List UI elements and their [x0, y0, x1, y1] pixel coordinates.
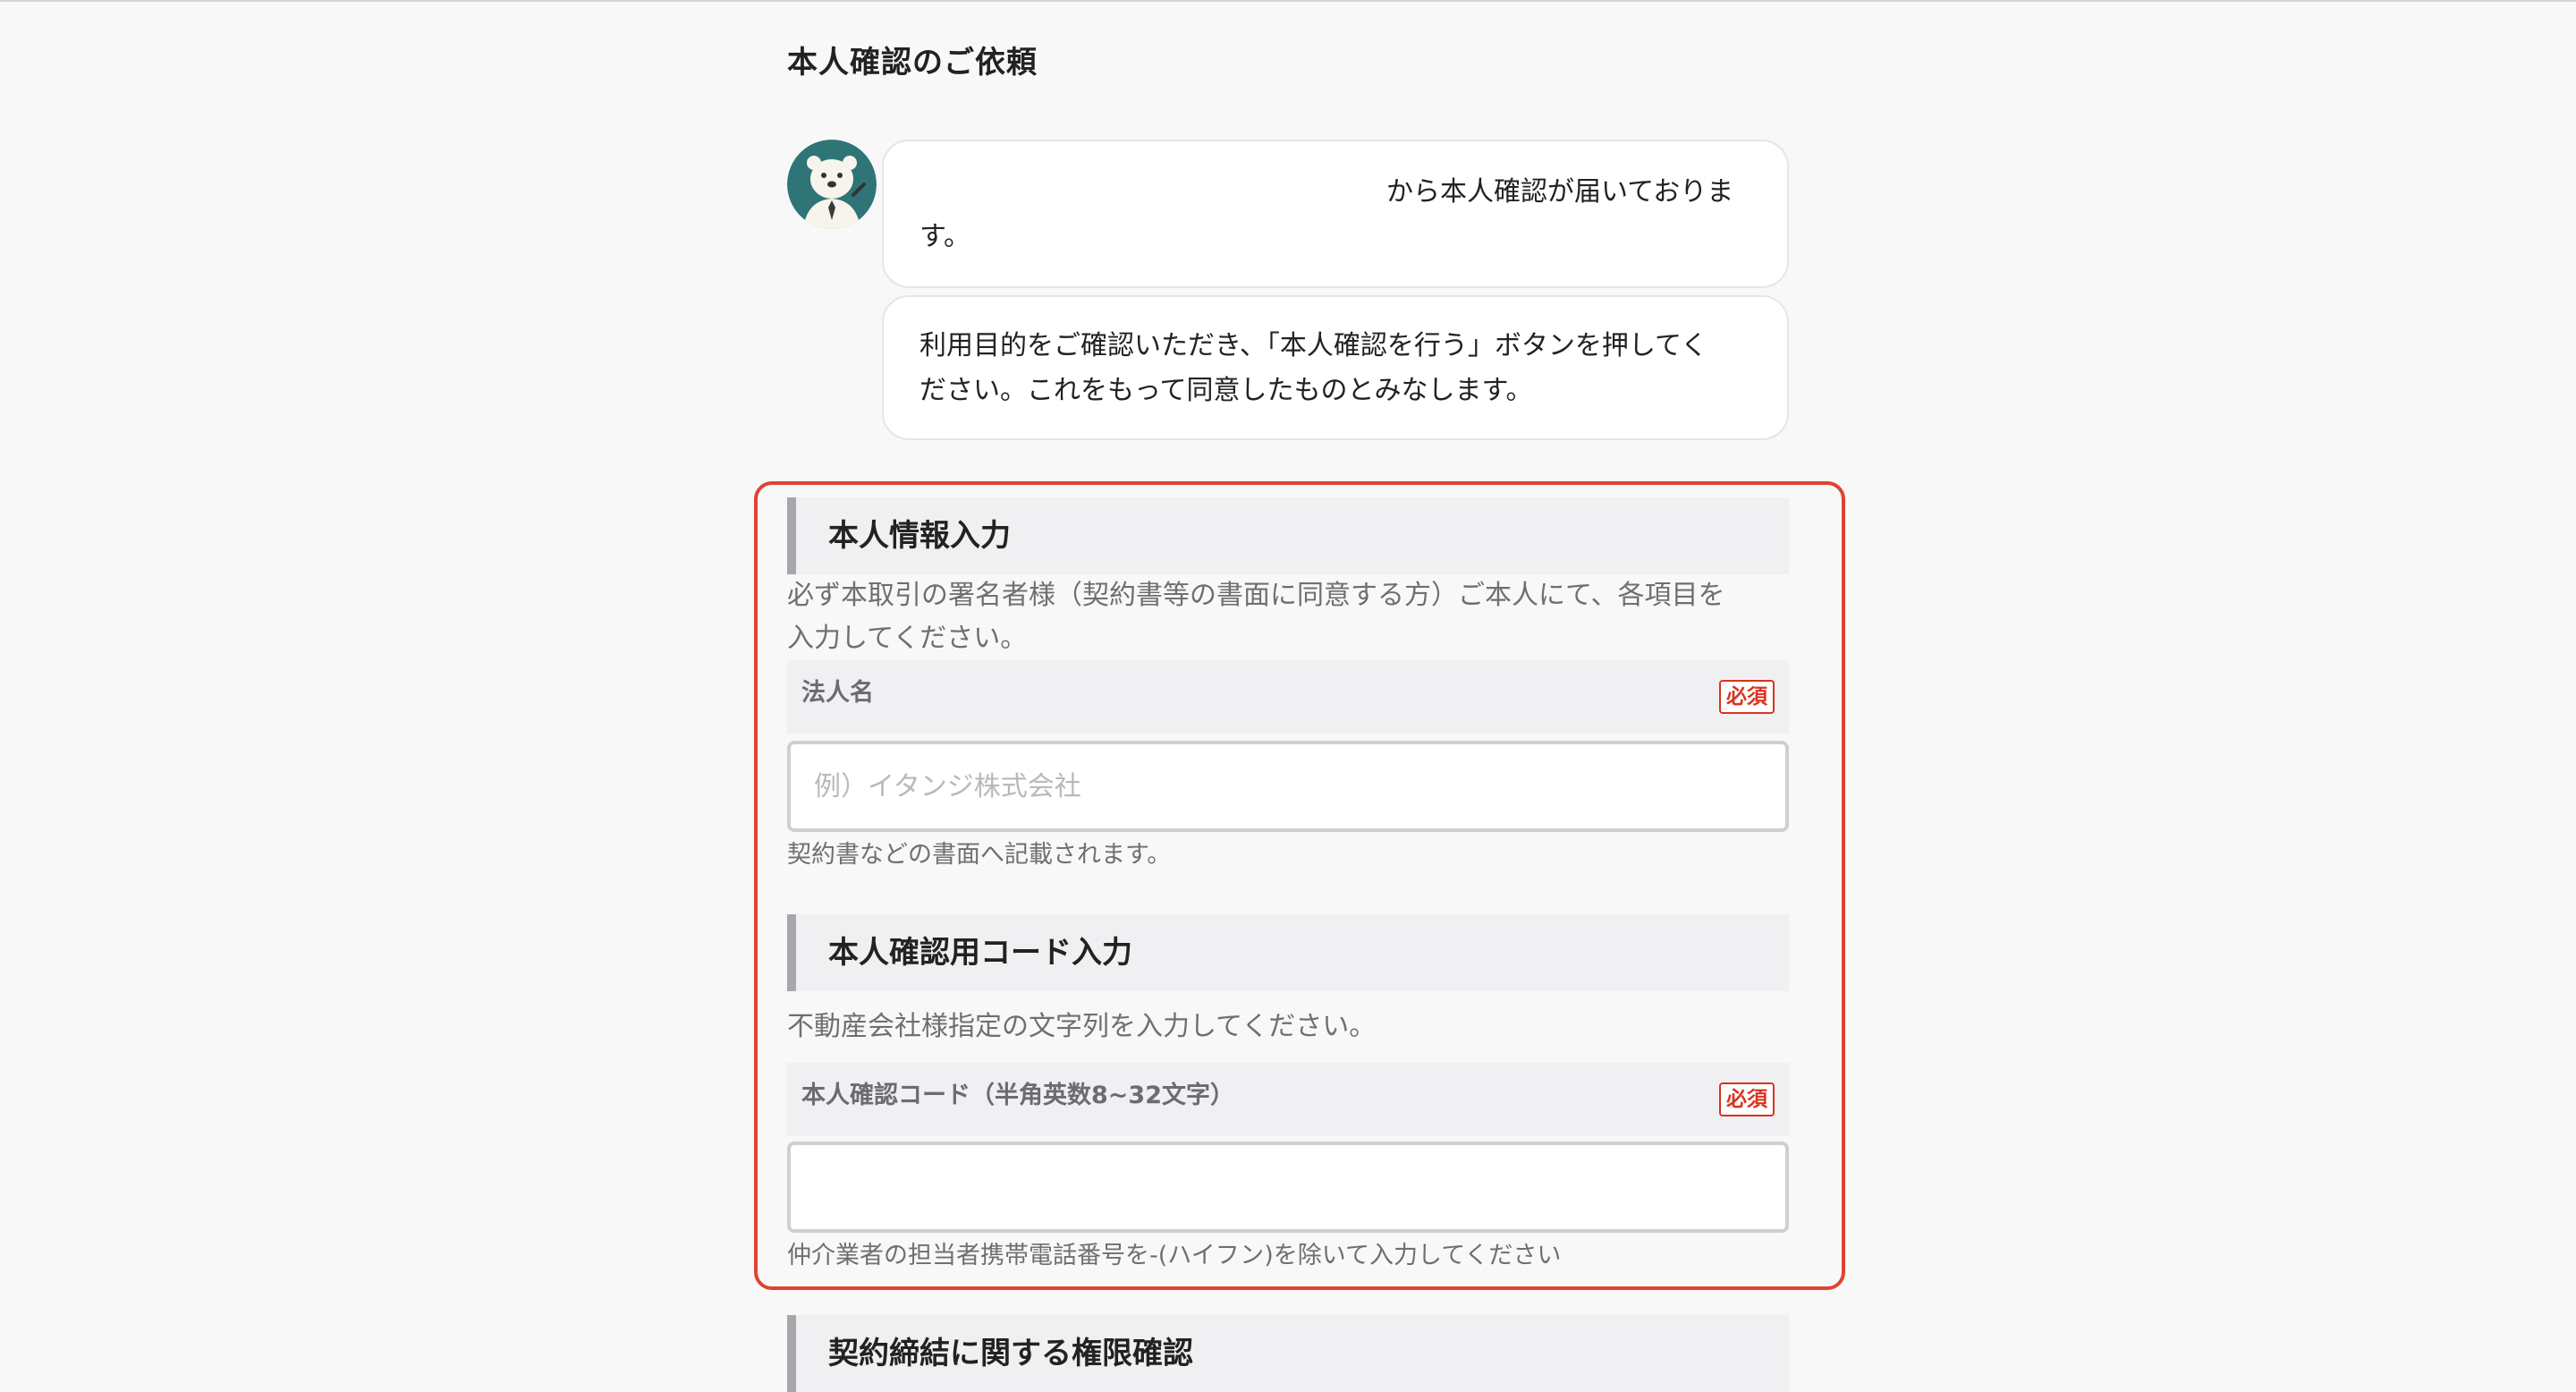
section-heading-identity: 本人情報入力: [787, 497, 1789, 574]
message-text: す。: [919, 221, 970, 252]
section-description-identity: 必ず本取引の署名者様（契約書等の書面に同意する方）ご本人にて、各項目を 入力して…: [787, 580, 1725, 654]
company-name-input[interactable]: [787, 741, 1789, 832]
company-name-hint: 契約書などの書面へ記載されます。: [787, 841, 1172, 869]
message-bubble-instructions: 利用目的をご確認いただき、「本人確認を行う」ボタンを押してく ださい。これをもっ…: [882, 295, 1789, 440]
company-name-label: 法人名: [801, 679, 874, 707]
company-name-label-bar: 法人名 必須: [787, 660, 1789, 734]
top-divider: [0, 0, 2576, 2]
page-title: 本人確認のご依頼: [787, 45, 1038, 81]
polar-bear-mascot-icon: [787, 140, 877, 229]
verification-code-label: 本人確認コード（半角英数8~32文字）: [801, 1082, 1234, 1109]
message-text: 利用目的をご確認いただき、「本人確認を行う」ボタンを押してく: [919, 330, 1708, 361]
required-badge: 必須: [1719, 1082, 1775, 1116]
message-text: から本人確認が届いておりま: [1386, 176, 1734, 208]
verification-code-hint: 仲介業者の担当者携帯電話番号を-(ハイフン)を除いて入力してください: [787, 1242, 1562, 1269]
required-badge: 必須: [1719, 680, 1775, 714]
section-description-code: 不動産会社様指定の文字列を入力してください。: [787, 1011, 1377, 1042]
verification-code-label-bar: 本人確認コード（半角英数8~32文字） 必須: [787, 1063, 1789, 1136]
section-heading-authority: 契約締結に関する権限確認: [787, 1315, 1789, 1392]
message-text: ださい。これをもって同意したものとみなします。: [919, 375, 1533, 406]
message-bubble-sender: から本人確認が届いておりま す。: [882, 140, 1789, 288]
verification-code-input[interactable]: [787, 1142, 1789, 1233]
section-heading-code: 本人確認用コード入力: [787, 914, 1789, 991]
